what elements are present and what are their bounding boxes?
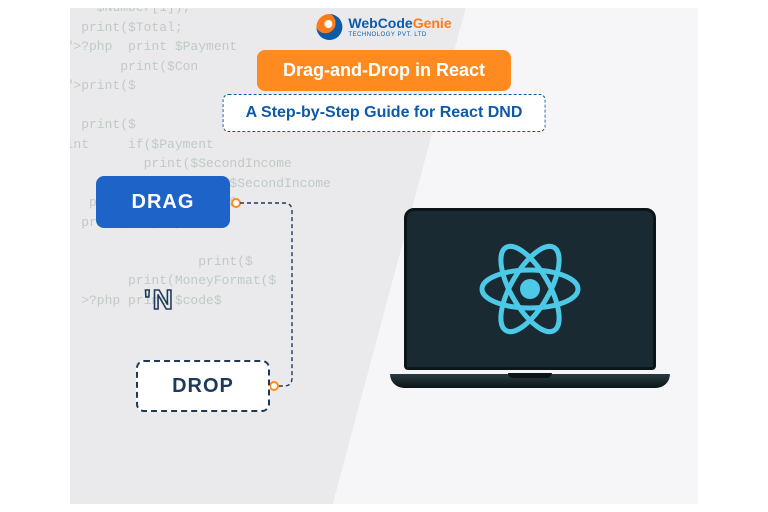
drag-label-box: DRAG xyxy=(96,176,230,228)
hero-subtitle: A Step-by-Step Guide for React DND xyxy=(223,94,546,132)
logo-wordmark: WebCodeGenie xyxy=(348,16,451,30)
laptop-illustration xyxy=(390,208,670,398)
n-connector-label: 'N xyxy=(144,284,175,316)
logo-mark-icon xyxy=(316,14,342,40)
react-logo-icon xyxy=(470,229,590,349)
hero-title: Drag-and-Drop in React xyxy=(257,50,511,91)
brand-logo: WebCodeGenie TECHNOLOGY PVT. LTD xyxy=(316,14,451,40)
laptop-screen xyxy=(404,208,656,370)
hero-graphic: $Number[1]); print($Total; "2">?php prin… xyxy=(70,8,698,504)
logo-tagline: TECHNOLOGY PVT. LTD xyxy=(348,32,451,38)
drop-label-box: DROP xyxy=(136,360,270,412)
laptop-notch xyxy=(508,373,552,378)
